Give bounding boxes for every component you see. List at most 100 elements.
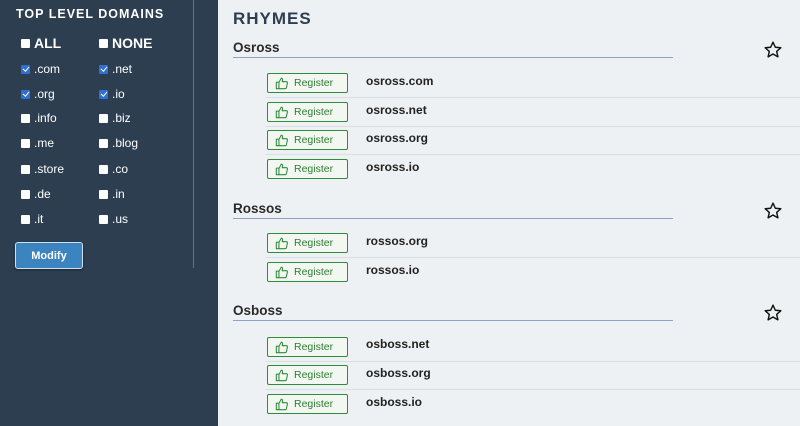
checkbox-icon[interactable] <box>99 89 108 99</box>
thumbs-up-icon <box>275 163 288 176</box>
register-button[interactable]: Register <box>267 102 348 122</box>
register-button[interactable]: Register <box>267 233 348 253</box>
tld-label: .it <box>34 212 44 226</box>
tld-option-de[interactable]: .de <box>21 186 51 202</box>
tld-label: .store <box>34 162 65 176</box>
modify-button[interactable]: Modify <box>15 242 83 269</box>
tld-option-us[interactable]: .us <box>99 211 128 227</box>
tld-label: NONE <box>112 35 153 51</box>
row-divider <box>266 126 800 127</box>
domain-name: osboss.net <box>366 337 430 351</box>
register-button[interactable]: Register <box>267 159 348 179</box>
tld-label: .me <box>34 136 55 150</box>
sidebar: TOP LEVEL DOMAINS ALL NONE .com .net .or… <box>0 0 218 426</box>
register-button[interactable]: Register <box>267 73 348 93</box>
tld-label: .org <box>34 87 55 101</box>
row-divider <box>266 154 800 155</box>
tld-option-com[interactable]: .com <box>21 61 60 77</box>
tld-label: .info <box>34 111 57 125</box>
domain-name: osross.com <box>366 74 434 88</box>
register-button[interactable]: Register <box>267 262 348 282</box>
thumbs-up-icon <box>275 77 288 90</box>
tld-label: .com <box>34 62 61 76</box>
register-button[interactable]: Register <box>267 365 348 385</box>
tld-option-io[interactable]: .io <box>99 86 125 102</box>
checkbox-icon[interactable] <box>99 138 108 148</box>
register-label: Register <box>294 266 334 278</box>
tld-option-co[interactable]: .co <box>99 161 128 177</box>
tld-option-net[interactable]: .net <box>99 61 132 77</box>
sidebar-divider <box>193 0 194 268</box>
register-label: Register <box>294 163 334 175</box>
register-label: Register <box>294 134 334 146</box>
thumbs-up-icon <box>275 134 288 147</box>
group-title-osboss: Osboss <box>233 303 283 318</box>
tld-label: .us <box>112 212 129 226</box>
thumbs-up-icon <box>275 341 288 354</box>
main-panel: RHYMES Osross Register osross.com Regist… <box>218 0 800 426</box>
tld-option-biz[interactable]: .biz <box>99 110 131 126</box>
tld-option-org[interactable]: .org <box>21 86 55 102</box>
group-title-osross: Osross <box>233 40 280 55</box>
domain-name: osboss.io <box>366 395 423 409</box>
thumbs-up-icon <box>275 266 288 279</box>
checkbox-icon[interactable] <box>21 38 30 48</box>
domain-name: osross.net <box>366 103 427 117</box>
checkbox-icon[interactable] <box>21 189 30 199</box>
tld-option-store[interactable]: .store <box>21 161 64 177</box>
domain-name: osross.io <box>366 160 420 174</box>
checkbox-icon[interactable] <box>99 38 108 48</box>
group-title-rossos: Rossos <box>233 201 282 216</box>
checkbox-icon[interactable] <box>21 89 30 99</box>
checkbox-icon[interactable] <box>99 64 108 74</box>
star-icon[interactable] <box>763 201 783 221</box>
checkbox-icon[interactable] <box>21 138 30 148</box>
tld-label: .de <box>34 187 51 201</box>
checkbox-icon[interactable] <box>21 164 30 174</box>
tld-label: .io <box>112 87 125 101</box>
tld-option-it[interactable]: .it <box>21 211 43 227</box>
row-divider <box>266 257 800 258</box>
page-title: RHYMES <box>233 9 312 28</box>
register-button[interactable]: Register <box>267 394 348 414</box>
tld-label: ALL <box>34 35 62 51</box>
register-label: Register <box>294 341 334 353</box>
checkbox-icon[interactable] <box>21 214 30 224</box>
row-divider <box>266 361 800 362</box>
checkbox-icon[interactable] <box>99 189 108 199</box>
tld-option-blog[interactable]: .blog <box>99 135 138 151</box>
register-label: Register <box>294 106 334 118</box>
checkbox-icon[interactable] <box>99 164 108 174</box>
tld-label: .blog <box>112 136 139 150</box>
tld-label: .co <box>112 162 129 176</box>
tld-option-none[interactable]: NONE <box>99 35 152 51</box>
register-label: Register <box>294 237 334 249</box>
tld-option-in[interactable]: .in <box>99 186 125 202</box>
tld-option-me[interactable]: .me <box>21 135 54 151</box>
group-divider <box>233 320 673 321</box>
star-icon[interactable] <box>763 303 783 323</box>
domain-name: rossos.org <box>366 234 429 248</box>
checkbox-icon[interactable] <box>99 214 108 224</box>
sidebar-title: TOP LEVEL DOMAINS <box>16 7 165 21</box>
checkbox-icon[interactable] <box>21 113 30 123</box>
thumbs-up-icon <box>275 369 288 382</box>
group-divider <box>233 218 673 219</box>
tld-label: .net <box>112 62 133 76</box>
star-icon[interactable] <box>763 40 783 60</box>
row-divider <box>266 97 800 98</box>
tld-label: .biz <box>112 111 131 125</box>
register-label: Register <box>294 369 334 381</box>
register-button[interactable]: Register <box>267 337 348 357</box>
domain-name: osboss.org <box>366 366 431 380</box>
register-button[interactable]: Register <box>267 130 348 150</box>
domain-name: osross.org <box>366 131 429 145</box>
checkbox-icon[interactable] <box>99 113 108 123</box>
thumbs-up-icon <box>275 398 288 411</box>
thumbs-up-icon <box>275 237 288 250</box>
checkbox-icon[interactable] <box>21 64 30 74</box>
row-divider <box>266 389 800 390</box>
register-label: Register <box>294 77 334 89</box>
tld-option-info[interactable]: .info <box>21 110 57 126</box>
tld-option-all[interactable]: ALL <box>21 35 61 51</box>
